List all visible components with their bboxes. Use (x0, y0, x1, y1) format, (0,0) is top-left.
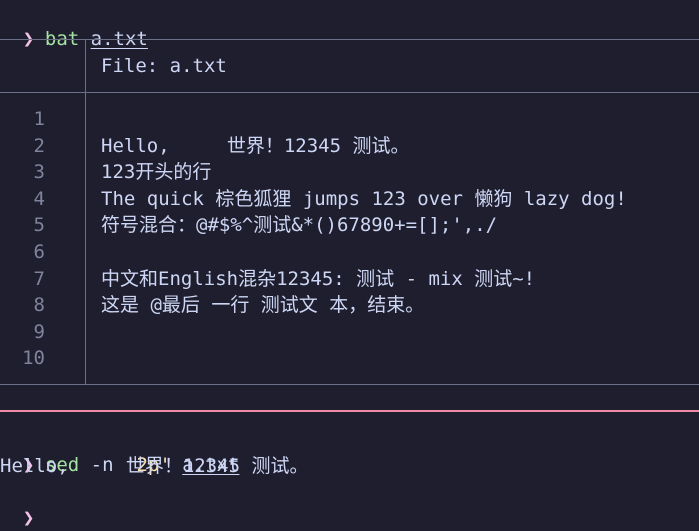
file-line-text: 123开头的行 (101, 161, 212, 183)
line-number: 6 (33, 241, 45, 263)
bat-gutter-border (85, 93, 86, 384)
line-number: 10 (22, 347, 45, 369)
bat-file-name: a.txt (169, 55, 227, 77)
file-line-text: Hello, 世界！12345 测试。 (101, 135, 410, 157)
bat-header-border (0, 92, 699, 93)
bat-bottom-border (0, 384, 699, 385)
command-output: Hello, 世界！12345 测试。 (0, 455, 309, 477)
file-line-text: 符号混合：@#$%^测试&*()67890+=[];',./ (101, 214, 498, 236)
command-line-current[interactable]: ❯ (0, 479, 45, 529)
line-number: 2 (33, 135, 45, 157)
bat-file-label: File: (101, 55, 170, 77)
file-line-text: 中文和English混杂12345: 测试 - mix 测试~! (101, 268, 536, 290)
line-number: 4 (33, 188, 45, 210)
bat-file-header: File: a.txt (101, 53, 227, 79)
line-number: 3 (33, 161, 45, 183)
bat-gutter-border-header (85, 40, 86, 92)
file-line-text: The quick 棕色狐狸 jumps 123 over 懒狗 lazy do… (101, 188, 627, 210)
line-number: 9 (33, 321, 45, 343)
line-number: 1 (33, 108, 45, 130)
line-number: 5 (33, 214, 45, 236)
bat-top-border (0, 39, 699, 40)
command-line-1: ❯ bat a.txt (0, 0, 148, 50)
command-line-2: ❯ sed -n '2p' a.txt (0, 426, 240, 476)
prompt-separator (0, 410, 699, 412)
line-number: 8 (33, 294, 45, 316)
prompt-arrow-icon: ❯ (22, 507, 35, 529)
file-line-text: 这是 @最后 一行 测试文 本，结束。 (101, 294, 425, 316)
line-number: 7 (33, 268, 45, 290)
